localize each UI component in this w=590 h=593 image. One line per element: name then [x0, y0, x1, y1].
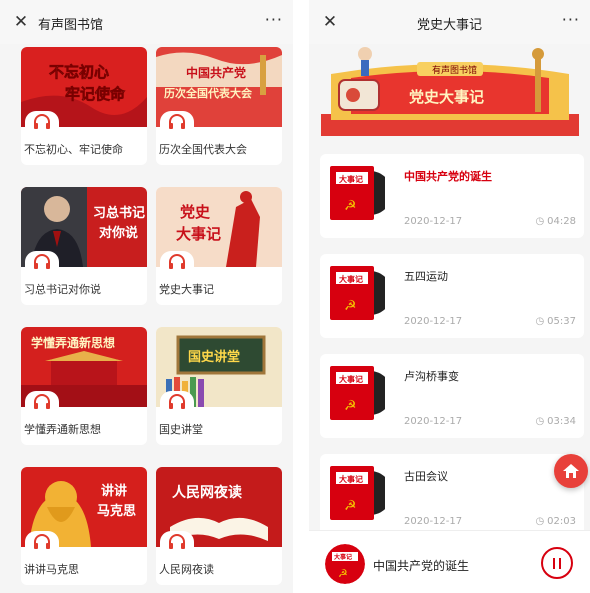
cover-text: 历次全国代表大会 [164, 86, 253, 100]
book-card[interactable]: 人民网夜读 人民网夜读 [156, 467, 282, 585]
clock-icon: ◷ [535, 516, 545, 527]
card-label: 人民网夜读 [159, 563, 214, 576]
headphones-icon [160, 391, 194, 413]
card-label: 讲讲马克思 [24, 563, 79, 576]
book-card[interactable]: 党史 大事记 党史大事记 [156, 187, 282, 305]
book-card[interactable]: 习总书记 对你说 习总书记对你说 [21, 187, 147, 305]
headphones-icon [160, 251, 194, 273]
book-card[interactable]: 讲讲 马克思 讲讲马克思 [21, 467, 147, 585]
party-emblem-icon: ☭ [344, 498, 357, 514]
chapter-item[interactable]: 大事记 ☭ 中国共产党的诞生 2020-12-17 ◷ 04:28 [320, 154, 584, 238]
duration-text: 04:28 [547, 216, 576, 227]
home-button[interactable] [554, 454, 588, 488]
book-card[interactable]: 不忘初心 牢记使命 不忘初心、牢记使命 [21, 47, 147, 165]
book-card[interactable]: 学懂弄通新思想 学懂弄通新思想 [21, 327, 147, 445]
headphones-icon [25, 251, 59, 273]
page-title: 有声图书馆 [38, 18, 104, 33]
chapter-title: 卢沟桥事变 [404, 370, 459, 383]
banner-small-title: 有声图书馆 [432, 64, 477, 76]
chapter-item[interactable]: 大事记 ☭ 五四运动 2020-12-17 ◷ 05:37 [320, 254, 584, 338]
mini-player: 大事记 ☭ 中国共产党的诞生 [309, 530, 590, 593]
chapter-duration: ◷ 02:03 [535, 516, 576, 527]
headphones-icon [160, 531, 194, 553]
cover-text: 大事记 [176, 225, 221, 243]
party-emblem-icon: ☭ [344, 198, 357, 214]
banner-big-title: 党史大事记 [409, 88, 484, 106]
now-playing-cover: 大事记 ☭ [325, 544, 365, 584]
chapter-item[interactable]: 大事记 ☭ 古田会议 2020-12-17 ◷ 02:03 [320, 454, 584, 538]
headphones-icon [25, 531, 59, 553]
cover-label: 大事记 [339, 174, 363, 184]
duration-text: 05:37 [547, 316, 576, 327]
cover-text: 牢记使命 [65, 85, 126, 103]
chapter-cover: 大事记 ☭ [330, 466, 392, 520]
more-menu-icon[interactable]: ··· [562, 10, 580, 29]
chapter-cover: 大事记 ☭ [330, 166, 392, 220]
top-bar: ✕ 党史大事记 ··· [309, 0, 590, 44]
cover-text: 党史 [180, 203, 211, 221]
duration-text: 03:34 [547, 416, 576, 427]
cover-text: 讲讲 [101, 483, 127, 499]
clock-icon: ◷ [535, 216, 545, 227]
book-card[interactable]: 中国共产党 历次全国代表大会 历次全国代表大会 [156, 47, 282, 165]
close-icon[interactable]: ✕ [12, 13, 30, 31]
home-icon [563, 464, 579, 478]
pause-button[interactable] [541, 547, 573, 579]
chapter-duration: ◷ 04:28 [535, 216, 576, 227]
chapter-title: 古田会议 [404, 470, 448, 483]
cover-text: 国史讲堂 [188, 349, 240, 365]
cover-text: 习总书记 [93, 205, 145, 221]
cover-label: 大事记 [339, 474, 363, 484]
page-title: 党史大事记 [416, 18, 482, 33]
card-label: 国史讲堂 [159, 423, 203, 436]
clock-icon: ◷ [535, 316, 545, 327]
party-emblem-icon: ☭ [344, 398, 357, 414]
cover-text: 中国共产党 [186, 65, 246, 80]
chapter-date: 2020-12-17 [404, 316, 463, 327]
headphones-icon [25, 391, 59, 413]
chapter-cover: 大事记 ☭ [330, 366, 392, 420]
chapter-list-screen: ✕ 党史大事记 ··· 有声图书馆 党史大事记 大事记 ☭ 中国共产党的诞生 2… [309, 0, 590, 593]
cover-label: 大事记 [339, 374, 363, 384]
card-label: 历次全国代表大会 [159, 143, 247, 156]
chapter-duration: ◷ 03:34 [535, 416, 576, 427]
cover-text: 人民网夜读 [172, 484, 242, 501]
top-bar: ✕ 有声图书馆 ··· [0, 0, 293, 44]
header-banner: 有声图书馆 党史大事记 [321, 44, 579, 136]
clock-icon: ◷ [535, 416, 545, 427]
cover-text: 学懂弄通新思想 [31, 335, 115, 350]
cover-text: 对你说 [99, 225, 138, 241]
headphones-icon [160, 111, 194, 133]
cover-text: 不忘初心 [49, 63, 109, 81]
chapter-date: 2020-12-17 [404, 516, 463, 527]
chapter-title: 五四运动 [404, 270, 448, 283]
card-label: 不忘初心、牢记使命 [24, 143, 123, 156]
now-playing-title: 中国共产党的诞生 [373, 559, 470, 573]
cover-label: 大事记 [339, 274, 363, 284]
pause-icon [553, 557, 555, 569]
cover-label: 大事记 [334, 553, 352, 561]
chapter-duration: ◷ 05:37 [535, 316, 576, 327]
duration-text: 02:03 [547, 516, 576, 527]
chapter-date: 2020-12-17 [404, 216, 463, 227]
library-screen: ✕ 有声图书馆 ··· 不忘初心 牢记使命 不忘初心、牢记使命 中国共产党 历次… [0, 0, 293, 593]
card-label: 学懂弄通新思想 [24, 423, 101, 436]
chapter-item[interactable]: 大事记 ☭ 卢沟桥事变 2020-12-17 ◷ 03:34 [320, 354, 584, 438]
card-label: 党史大事记 [159, 283, 214, 296]
party-emblem-icon: ☭ [344, 298, 357, 314]
headphones-icon [25, 111, 59, 133]
chapter-cover: 大事记 ☭ [330, 266, 392, 320]
more-menu-icon[interactable]: ··· [265, 10, 283, 29]
party-emblem-icon: ☭ [338, 567, 348, 580]
cover-text: 马克思 [97, 503, 136, 519]
book-card[interactable]: 国史讲堂 国史讲堂 [156, 327, 282, 445]
card-label: 习总书记对你说 [24, 283, 101, 296]
chapter-title: 中国共产党的诞生 [404, 170, 492, 183]
chapter-date: 2020-12-17 [404, 416, 463, 427]
pause-icon [559, 557, 561, 569]
